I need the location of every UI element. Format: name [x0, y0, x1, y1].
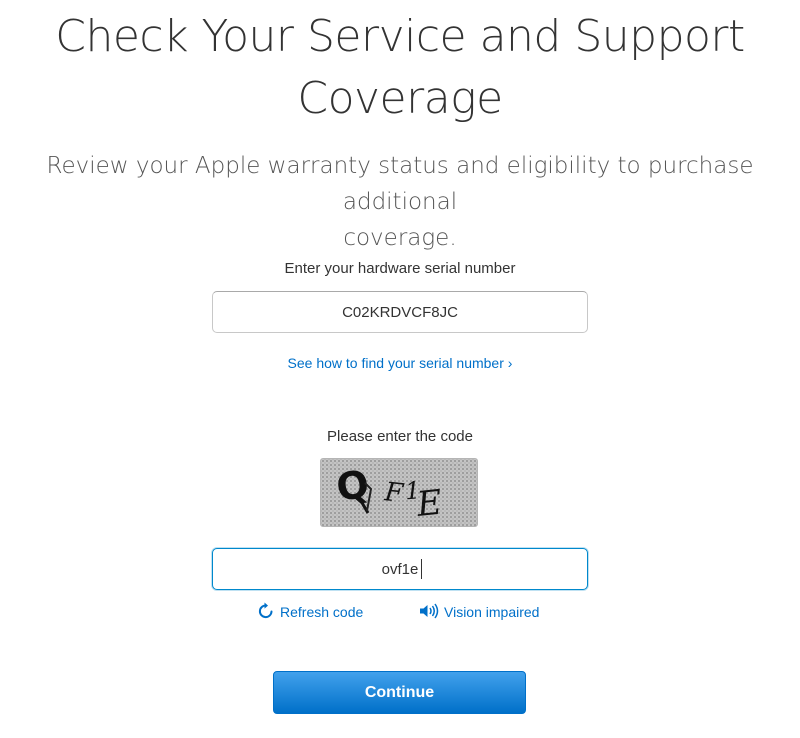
find-serial-number-link[interactable]: See how to find your serial number › — [0, 355, 800, 371]
captcha-code-input[interactable] — [212, 548, 588, 590]
page-title: Check Your Service and Support Coverage — [0, 6, 800, 130]
text-caret — [421, 559, 422, 579]
captcha-char-2: F — [382, 477, 405, 509]
captcha-char-1: Q — [334, 462, 372, 510]
speaker-icon — [418, 602, 440, 623]
page-title-line-1: Check Your Service and Support — [55, 11, 745, 62]
captcha-char-4: E — [414, 483, 444, 525]
page-title-line-2: Coverage — [297, 73, 503, 124]
captcha-label: Please enter the code — [327, 428, 473, 445]
page-subtitle-line-2: coverage. — [343, 225, 457, 251]
vision-impaired-link[interactable]: Vision impaired — [418, 602, 539, 622]
captcha-image: Q F 1 E — [320, 458, 478, 527]
page-subtitle: Review your Apple warranty status and el… — [10, 148, 790, 256]
refresh-icon — [256, 601, 276, 624]
serial-number-label: Enter your hardware serial number — [284, 260, 516, 277]
refresh-code-link[interactable]: Refresh code — [256, 602, 363, 622]
vision-impaired-label: Vision impaired — [444, 604, 540, 620]
serial-number-input[interactable] — [212, 291, 588, 333]
continue-button[interactable]: Continue — [273, 671, 526, 714]
refresh-code-label: Refresh code — [280, 604, 364, 620]
page-subtitle-line-1: Review your Apple warranty status and el… — [46, 153, 754, 215]
